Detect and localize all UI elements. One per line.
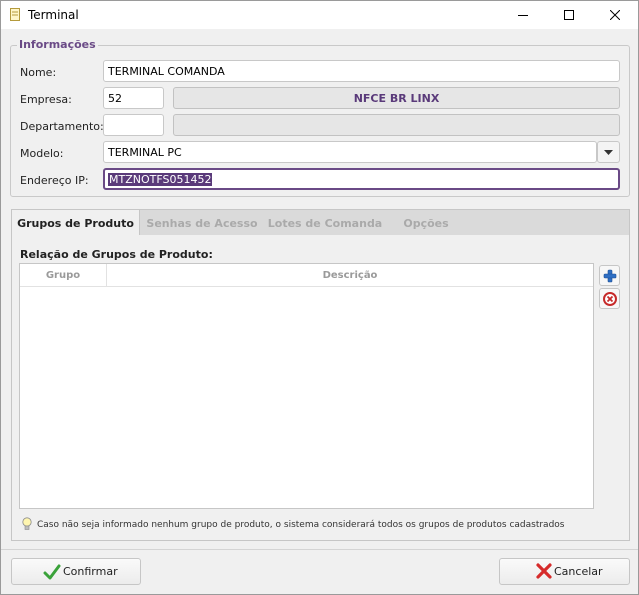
minimize-icon xyxy=(518,15,528,16)
confirmar-button[interactable]: Confirmar xyxy=(11,558,141,585)
chevron-down-icon xyxy=(604,149,613,155)
tab-opcoes[interactable]: Opções xyxy=(386,210,466,236)
footer-divider xyxy=(1,549,638,550)
nome-input[interactable]: TERMINAL COMANDA xyxy=(103,60,620,82)
cancel-x-icon xyxy=(536,563,552,579)
document-icon xyxy=(10,8,20,21)
tab-bar: Grupos de Produto Senhas de Acesso Lotes… xyxy=(11,209,630,237)
column-header-descricao[interactable]: Descrição xyxy=(107,264,593,286)
terminal-window: Terminal Informações Nome: TERMINAL COMA… xyxy=(0,0,639,595)
empresa-label: Empresa: xyxy=(20,93,72,106)
window-title: Terminal xyxy=(28,8,79,22)
nome-label: Nome: xyxy=(20,66,57,79)
remove-grupo-button[interactable] xyxy=(599,288,620,309)
informacoes-title: Informações xyxy=(17,38,98,51)
confirmar-label: Confirmar xyxy=(63,565,118,578)
cancelar-label: Cancelar xyxy=(554,565,603,578)
empresa-name-display: NFCE BR LINX xyxy=(173,87,620,109)
empresa-code-input[interactable]: 52 xyxy=(103,87,164,109)
tab-grupos-de-produto[interactable]: Grupos de Produto xyxy=(12,210,140,237)
departamento-name-display xyxy=(173,114,620,136)
cancelar-button[interactable]: Cancelar xyxy=(499,558,630,585)
minimize-button[interactable] xyxy=(500,1,546,29)
checkmark-icon xyxy=(43,564,61,580)
modelo-dropdown-button[interactable] xyxy=(597,141,620,163)
table-header: Grupo Descrição xyxy=(20,264,593,287)
title-bar: Terminal xyxy=(1,1,638,29)
departamento-code-input[interactable] xyxy=(103,114,164,136)
remove-icon xyxy=(602,291,617,306)
modelo-select[interactable]: TERMINAL PC xyxy=(103,141,597,163)
lightbulb-icon xyxy=(22,517,32,530)
tab-senhas-de-acesso[interactable]: Senhas de Acesso xyxy=(140,210,264,236)
grupos-hint-text: Caso não seja informado nenhum grupo de … xyxy=(37,520,565,530)
modelo-label: Modelo: xyxy=(20,147,64,160)
column-header-grupo[interactable]: Grupo xyxy=(20,264,107,286)
endereco-ip-label: Endereço IP: xyxy=(20,174,89,187)
maximize-button[interactable] xyxy=(546,1,592,29)
tab-lotes-de-comanda[interactable]: Lotes de Comanda xyxy=(264,210,386,236)
maximize-icon xyxy=(564,10,574,20)
close-icon xyxy=(610,10,620,20)
departamento-label: Departamento: xyxy=(20,120,104,133)
grupos-table[interactable]: Grupo Descrição xyxy=(19,263,594,509)
endereco-ip-input[interactable]: MTZNOTFS051452 xyxy=(103,168,620,190)
endereco-ip-selected-text: MTZNOTFS051452 xyxy=(108,173,213,186)
plus-icon xyxy=(603,269,616,282)
close-button[interactable] xyxy=(592,1,638,29)
grupos-title: Relação de Grupos de Produto: xyxy=(20,248,213,261)
add-grupo-button[interactable] xyxy=(599,265,620,286)
